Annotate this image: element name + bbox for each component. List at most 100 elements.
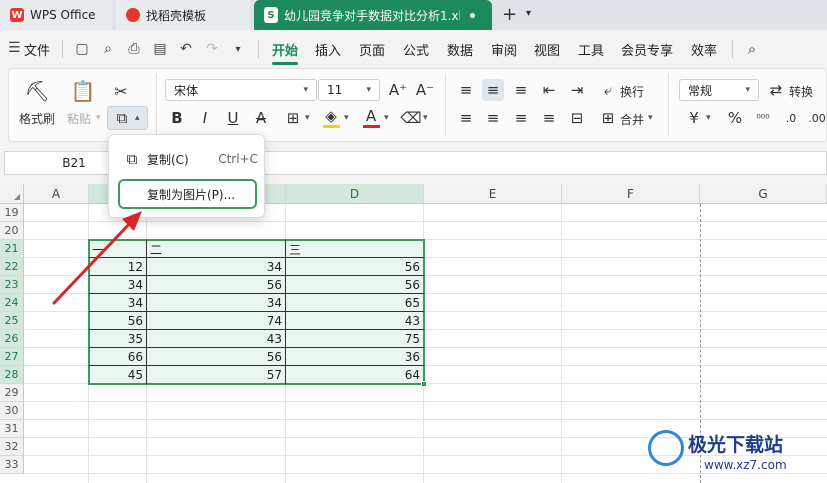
table-header-cell[interactable]: 二 bbox=[147, 240, 285, 258]
column-header-e[interactable]: E bbox=[424, 184, 562, 204]
table-cell[interactable]: 35 bbox=[89, 330, 146, 348]
paste-chevron-icon[interactable]: ▾ bbox=[96, 113, 101, 123]
row-header-25[interactable]: 25 bbox=[0, 312, 24, 330]
table-cell[interactable]: 36 bbox=[286, 348, 423, 366]
tab-wps-office[interactable]: W WPS Office bbox=[0, 0, 112, 30]
row-header-31[interactable]: 31 bbox=[0, 420, 24, 438]
decrease-decimal-icon[interactable]: .00 bbox=[806, 107, 827, 129]
row-header-29[interactable]: 29 bbox=[0, 384, 24, 402]
align-left-icon[interactable]: ≡ bbox=[455, 107, 477, 129]
menu-insert[interactable]: 插入 bbox=[315, 40, 341, 59]
indent-decrease-icon[interactable]: ⇤ bbox=[538, 79, 560, 101]
table-cell[interactable]: 45 bbox=[89, 366, 146, 384]
table-cell[interactable]: 56 bbox=[147, 276, 285, 294]
row-header-27[interactable]: 27 bbox=[0, 348, 24, 366]
fill-chevron-icon[interactable]: ▾ bbox=[344, 113, 349, 123]
save-icon[interactable]: ▢ bbox=[72, 39, 92, 59]
eraser-icon[interactable]: ⌫ bbox=[400, 107, 422, 129]
align-top-icon[interactable]: ≡ bbox=[455, 79, 477, 101]
align-middle-icon[interactable]: ≡ bbox=[482, 79, 504, 101]
table-cell[interactable]: 34 bbox=[147, 294, 285, 312]
table-cell[interactable]: 56 bbox=[89, 312, 146, 330]
merge-label[interactable]: 合并 bbox=[620, 111, 644, 128]
fill-color-icon[interactable]: ◈ bbox=[320, 105, 342, 127]
distribute-icon[interactable]: ⊟ bbox=[566, 107, 588, 129]
decrease-font-icon[interactable]: A⁻ bbox=[414, 79, 436, 101]
align-right-icon[interactable]: ≡ bbox=[510, 107, 532, 129]
menu-page[interactable]: 页面 bbox=[359, 40, 385, 59]
tab-template[interactable]: 找稻壳模板 bbox=[116, 0, 250, 30]
menu-data[interactable]: 数据 bbox=[447, 40, 473, 59]
row-header-24[interactable]: 24 bbox=[0, 294, 24, 312]
wrap-text-label[interactable]: 换行 bbox=[620, 83, 644, 100]
column-header-g[interactable]: G bbox=[700, 184, 827, 204]
table-cell[interactable]: 56 bbox=[286, 258, 423, 276]
search-icon[interactable]: ⌕ bbox=[742, 39, 762, 59]
justify-icon[interactable]: ≡ bbox=[538, 107, 560, 129]
row-header-21[interactable]: 21 bbox=[0, 240, 24, 258]
tab-list-chevron-icon[interactable]: ▾ bbox=[526, 8, 531, 19]
undo-icon[interactable]: ↶ bbox=[176, 39, 196, 59]
table-cell[interactable]: 64 bbox=[286, 366, 423, 384]
border-icon[interactable]: ⊞ bbox=[282, 107, 304, 129]
row-header-19[interactable]: 19 bbox=[0, 204, 24, 222]
new-tab-plus-icon[interactable]: + bbox=[502, 4, 517, 25]
format-painter-icon[interactable]: ⛏ bbox=[24, 79, 49, 103]
row-header-22[interactable]: 22 bbox=[0, 258, 24, 276]
row-header-26[interactable]: 26 bbox=[0, 330, 24, 348]
strikethrough-icon[interactable]: A bbox=[250, 107, 272, 129]
tab-active-spreadsheet[interactable]: S 幼儿园竞争对手数据对比分析1.xlsx bbox=[254, 0, 492, 30]
redo-icon[interactable]: ↷ bbox=[202, 39, 222, 59]
select-all-corner[interactable]: ◢ bbox=[0, 184, 24, 204]
print-icon[interactable]: ⎙ bbox=[124, 39, 144, 59]
eraser-chevron-icon[interactable]: ▾ bbox=[423, 113, 428, 123]
menu-efficiency[interactable]: 效率 bbox=[691, 40, 717, 59]
menu-member[interactable]: 会员专享 bbox=[621, 40, 673, 59]
number-format-select[interactable]: 常规 ▾ bbox=[679, 79, 759, 101]
row-header-23[interactable]: 23 bbox=[0, 276, 24, 294]
menu-formula[interactable]: 公式 bbox=[403, 40, 429, 59]
font-color-icon[interactable]: A bbox=[360, 105, 382, 127]
table-cell[interactable]: 43 bbox=[147, 330, 285, 348]
row-header-20[interactable]: 20 bbox=[0, 222, 24, 240]
cut-icon[interactable]: ✂ bbox=[110, 80, 132, 102]
row-header-28[interactable]: 28 bbox=[0, 366, 24, 384]
table-cell[interactable]: 66 bbox=[89, 348, 146, 366]
menu-view[interactable]: 视图 bbox=[534, 40, 560, 59]
border-chevron-icon[interactable]: ▾ bbox=[305, 113, 310, 123]
paste-label[interactable]: 粘贴 bbox=[67, 110, 91, 127]
table-header-cell[interactable]: 三 bbox=[286, 240, 423, 258]
font-color-chevron-icon[interactable]: ▾ bbox=[384, 113, 389, 123]
wrap-text-icon[interactable]: ⤶ bbox=[597, 79, 619, 101]
quick-access-chevron-icon[interactable]: ▾ bbox=[228, 39, 248, 59]
indent-increase-icon[interactable]: ⇥ bbox=[566, 79, 588, 101]
table-cell[interactable]: 75 bbox=[286, 330, 423, 348]
table-cell[interactable]: 56 bbox=[147, 348, 285, 366]
font-size-select[interactable]: 11 ▾ bbox=[318, 79, 380, 101]
table-cell[interactable]: 56 bbox=[286, 276, 423, 294]
column-header-a[interactable]: A bbox=[24, 184, 89, 204]
menu-home[interactable]: 开始 bbox=[272, 40, 298, 59]
copy-button[interactable]: ⧉ ▴ bbox=[107, 106, 148, 130]
menu-file[interactable]: 文件 bbox=[24, 40, 50, 59]
italic-icon[interactable]: I bbox=[194, 107, 216, 129]
bold-icon[interactable]: B bbox=[166, 107, 188, 129]
row-header-30[interactable]: 30 bbox=[0, 402, 24, 420]
table-cell[interactable]: 57 bbox=[147, 366, 285, 384]
row-header-32[interactable]: 32 bbox=[0, 438, 24, 456]
export-icon[interactable]: ⌕ bbox=[98, 39, 118, 59]
hamburger-icon[interactable]: ☰ bbox=[8, 40, 21, 56]
merge-icon[interactable]: ⊞ bbox=[597, 107, 619, 129]
convert-label[interactable]: 转换 bbox=[789, 83, 813, 100]
increase-font-icon[interactable]: A⁺ bbox=[387, 79, 409, 101]
currency-icon[interactable]: ¥ bbox=[683, 107, 705, 129]
format-painter-label[interactable]: 格式刷 bbox=[19, 110, 55, 127]
table-cell[interactable]: 65 bbox=[286, 294, 423, 312]
paste-icon[interactable]: 📋 bbox=[71, 79, 96, 103]
column-header-f[interactable]: F bbox=[562, 184, 700, 204]
currency-chevron-icon[interactable]: ▾ bbox=[706, 113, 711, 123]
percent-icon[interactable]: % bbox=[724, 107, 746, 129]
increase-decimal-icon[interactable]: .0 bbox=[780, 107, 802, 129]
table-cell[interactable]: 34 bbox=[147, 258, 285, 276]
align-bottom-icon[interactable]: ≡ bbox=[510, 79, 532, 101]
